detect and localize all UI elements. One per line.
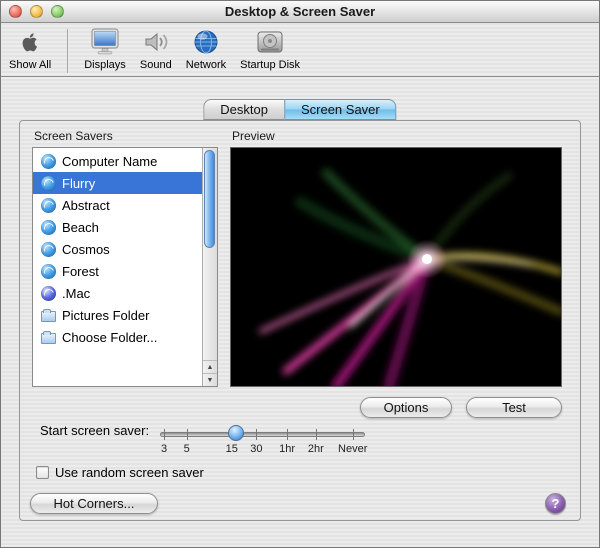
slider-tick — [164, 429, 166, 440]
slider-tick — [256, 429, 258, 440]
folder-icon — [41, 330, 56, 344]
list-item[interactable]: Pictures Folder — [33, 304, 202, 326]
slider-tick — [287, 429, 289, 440]
toolbar-label: Network — [185, 59, 227, 71]
tick-label: Never — [338, 443, 368, 455]
slider-tick — [315, 429, 317, 440]
apple-icon — [14, 27, 46, 57]
tick-label: 3 — [161, 443, 168, 455]
list-item-label: Pictures Folder — [62, 307, 150, 323]
toolbar-separator — [67, 29, 69, 73]
list-item[interactable]: Forest — [33, 260, 202, 282]
preview-heading: Preview — [232, 129, 275, 143]
tick-label: 30 — [250, 443, 263, 455]
toolbar-label: Show All — [9, 59, 52, 71]
zoom-button[interactable] — [51, 5, 64, 18]
toolbar-label: Startup Disk — [240, 59, 301, 71]
screensaver-list: Computer Name Flurry Abstract Beach Cosm… — [32, 147, 218, 387]
title-bar[interactable]: Desktop & Screen Saver — [1, 1, 599, 23]
list-item-label: Choose Folder... — [62, 329, 158, 345]
toolbar-item-show-all[interactable]: Show All — [9, 27, 51, 71]
toolbar-label: Sound — [139, 59, 172, 71]
list-item[interactable]: Cosmos — [33, 238, 202, 260]
slider-tick — [352, 429, 354, 440]
list-item-label: Computer Name — [62, 153, 158, 169]
scrollbar-thumb[interactable] — [204, 150, 215, 248]
start-screensaver-slider[interactable]: 3 5 15 30 1hr 2hr Never — [160, 421, 367, 455]
toolbar-item-sound[interactable]: Sound — [140, 27, 172, 71]
list-item-label: Forest — [62, 263, 99, 279]
screensavers-heading: Screen Savers — [34, 129, 113, 143]
toolbar: Show All Displays Sound Network Startup … — [1, 23, 599, 77]
window-title: Desktop & Screen Saver — [224, 4, 376, 19]
hot-corners-button[interactable]: Hot Corners... — [30, 493, 158, 514]
minimize-button[interactable] — [30, 5, 43, 18]
help-button[interactable]: ? — [545, 493, 566, 514]
list-item[interactable]: Abstract — [33, 194, 202, 216]
toolbar-item-startup-disk[interactable]: Startup Disk — [240, 27, 300, 71]
random-screensaver-label: Use random screen saver — [55, 465, 204, 480]
options-button[interactable]: Options — [360, 397, 452, 418]
display-icon — [89, 27, 121, 57]
tick-label: 1hr — [279, 443, 296, 455]
random-screensaver-row: Use random screen saver — [36, 465, 204, 480]
slider-thumb[interactable] — [227, 425, 244, 441]
list-item-label: Flurry — [62, 175, 96, 191]
preferences-window: Desktop & Screen Saver Show All Displays… — [0, 0, 600, 548]
list-item[interactable]: Choose Folder... — [33, 326, 202, 348]
list-item-label: Cosmos — [62, 241, 110, 257]
speaker-icon — [140, 27, 172, 57]
toolbar-item-network[interactable]: Network — [186, 27, 226, 71]
swirl-icon — [41, 197, 56, 213]
tab-screen-saver[interactable]: Screen Saver — [283, 99, 397, 120]
list-item[interactable]: Beach — [33, 216, 202, 238]
random-screensaver-checkbox[interactable] — [36, 466, 49, 479]
toolbar-label: Displays — [84, 59, 126, 71]
test-button[interactable]: Test — [466, 397, 562, 418]
scroll-up-arrow-icon[interactable]: ▲ — [203, 360, 217, 373]
tick-label: 5 — [183, 443, 190, 455]
tab-bar: Desktop Screen Saver — [203, 99, 397, 120]
swirl-icon — [41, 219, 56, 235]
mac-globe-icon — [41, 285, 56, 301]
globe-icon — [190, 27, 222, 57]
list-item[interactable]: .Mac — [33, 282, 202, 304]
screensaver-preview — [230, 147, 562, 387]
disk-icon — [254, 27, 286, 57]
toolbar-item-displays[interactable]: Displays — [84, 27, 126, 71]
folder-icon — [41, 308, 56, 322]
list-item-selected[interactable]: Flurry — [33, 172, 202, 194]
tick-label: 15 — [225, 443, 238, 455]
slider-tick — [186, 429, 188, 440]
content-frame: Screen Savers Preview Computer Name Flur… — [19, 120, 581, 521]
swirl-icon — [41, 241, 56, 257]
slider-track[interactable] — [160, 432, 365, 437]
close-button[interactable] — [9, 5, 22, 18]
list-item-label: .Mac — [62, 285, 91, 301]
swirl-icon — [41, 263, 56, 279]
swirl-icon — [41, 175, 56, 191]
tab-desktop[interactable]: Desktop — [203, 99, 284, 120]
swirl-icon — [41, 153, 56, 169]
start-screensaver-label: Start screen saver: — [40, 423, 150, 438]
list-item-label: Abstract — [62, 197, 110, 213]
scroll-down-arrow-icon[interactable]: ▼ — [203, 373, 217, 386]
list-item-label: Beach — [62, 219, 99, 235]
tick-label: 2hr — [307, 443, 324, 455]
list-item[interactable]: Computer Name — [33, 150, 202, 172]
list-scrollbar[interactable]: ▲ ▼ — [202, 148, 217, 386]
